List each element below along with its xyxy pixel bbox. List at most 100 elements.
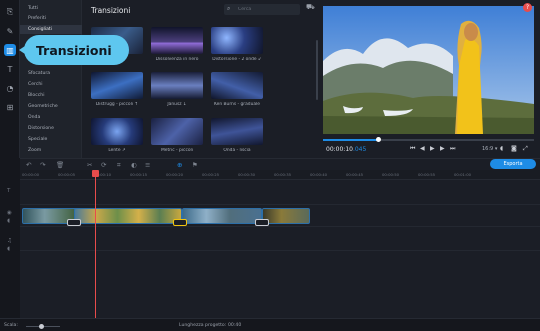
more-tools-icon[interactable]: ⊞	[4, 101, 16, 113]
category-tutti[interactable]: Tutti	[28, 6, 38, 11]
scale-label: Scala:	[4, 323, 18, 328]
transition-thumb-7[interactable]	[91, 118, 143, 145]
export-button[interactable]: Esporta	[490, 159, 536, 169]
ruler-tick: 00:00:25	[202, 172, 220, 177]
volume-icon[interactable]: ◖	[500, 145, 503, 152]
color-adjust-icon[interactable]: ◐	[131, 161, 137, 169]
clip-properties-icon[interactable]: ≡	[145, 161, 150, 169]
transition-marker[interactable]	[67, 219, 81, 226]
transition-thumb-2[interactable]	[151, 27, 203, 54]
transition-thumb-5[interactable]	[151, 72, 203, 99]
transition-thumb-9[interactable]	[211, 118, 263, 145]
category-blocchi[interactable]: Blocchi	[28, 93, 44, 98]
track-headers: T ◉ ◖ ♫ ◖	[0, 158, 20, 318]
magnet-icon[interactable]: ⊕	[177, 161, 182, 169]
transition-marker[interactable]	[173, 219, 187, 226]
snapshot-icon[interactable]: ◙	[511, 145, 517, 152]
category-consigliati[interactable]: Consigliati	[20, 25, 82, 34]
playhead[interactable]	[95, 170, 96, 318]
category-onda[interactable]: Onda	[28, 115, 40, 120]
crop-icon[interactable]: ⌗	[117, 161, 121, 170]
close-preview-icon[interactable]: ?	[523, 3, 532, 12]
filters-icon[interactable]: ◔	[4, 82, 16, 94]
undo-icon[interactable]: ↶	[26, 161, 31, 169]
audio-track-mute-icon[interactable]: ◖	[7, 246, 10, 252]
category-speciale[interactable]: Speciale	[28, 137, 47, 142]
playback-progress-knob[interactable]	[375, 137, 381, 142]
tooltip-pointer	[19, 46, 25, 54]
cut-icon[interactable]: ✂	[87, 161, 92, 169]
video-track-visibility-icon[interactable]: ◉	[7, 210, 12, 216]
timecode: 00:00:10.045	[326, 146, 366, 153]
transition-label: Onda - liscia	[223, 148, 251, 153]
playback-progress-fill	[323, 139, 378, 141]
category-geometriche[interactable]: Geometriche	[28, 104, 58, 109]
transition-label: Metric - piccoli	[161, 148, 193, 153]
category-sfocatura[interactable]: Sfocatura	[28, 71, 50, 76]
preview-panel: ? 00:00:10.045 ⏮ ◀ ▶ ▶ ⏭ 16:9 ▾ ◖ ◙ ⤢	[318, 0, 540, 158]
playhead-handle[interactable]	[92, 170, 99, 177]
category-distorsione[interactable]: Distorsione	[28, 126, 54, 131]
aspect-ratio-select[interactable]: 16:9 ▾	[482, 146, 497, 152]
video-preview[interactable]	[323, 6, 534, 134]
search-input[interactable]	[238, 5, 296, 14]
redo-icon[interactable]: ↷	[40, 161, 45, 169]
transition-thumb-6[interactable]	[211, 72, 263, 99]
store-cart-icon[interactable]: ⛟	[306, 3, 315, 12]
search-icon: ⌕	[227, 5, 231, 12]
titles-icon[interactable]: T	[4, 63, 16, 75]
transition-thumb-3[interactable]	[211, 27, 263, 54]
timeline-toolbar: ↶ ↷ 🗑 ✂ ⟳ ⌗ ◐ ≡ ⊕ ⚑	[20, 158, 540, 170]
timeline-tracks	[20, 180, 540, 318]
video-track-mute-icon[interactable]: ◖	[7, 218, 10, 224]
transition-label: Distorsione - 2 onde ↙	[212, 57, 262, 62]
video-clip-3[interactable]	[182, 208, 262, 224]
ruler-tick: 00:00:00	[22, 172, 40, 177]
transition-category-list: Tutti Preferiti Consigliati Sfocatura Ce…	[20, 0, 82, 158]
fullscreen-icon[interactable]: ⤢	[523, 145, 528, 153]
panel-title: Transizioni	[91, 6, 131, 15]
transitions-tooltip: Transizioni	[19, 35, 129, 65]
category-preferiti[interactable]: Preferiti	[28, 16, 46, 21]
search-box[interactable]: ⌕	[224, 4, 300, 15]
ruler-tick: 00:00:35	[274, 172, 292, 177]
project-duration-label: Lunghezza progetto:	[179, 323, 227, 328]
transition-label: Distrugg - piccoli ↑	[95, 102, 139, 107]
tooltip-label: Transizioni	[36, 42, 112, 58]
video-clip-4[interactable]	[262, 208, 310, 224]
audio-track-icon[interactable]: ♫	[7, 238, 12, 244]
delete-icon[interactable]: 🗑	[56, 161, 64, 169]
step-forward-icon[interactable]: ▶	[440, 145, 445, 152]
timecode-main: 00:00:10	[326, 146, 353, 153]
transition-label: Janusz ↓	[167, 102, 187, 107]
transitions-icon[interactable]: ▥	[4, 44, 16, 56]
skip-back-icon[interactable]: ⏮	[410, 145, 415, 153]
text-track-icon[interactable]: T	[7, 188, 10, 194]
ruler-tick: 00:00:40	[310, 172, 328, 177]
import-icon[interactable]: ⎘	[4, 6, 16, 18]
step-back-icon[interactable]: ◀	[420, 145, 425, 152]
transition-thumb-8[interactable]	[151, 118, 203, 145]
project-duration-value: 00:40	[228, 323, 242, 328]
category-zoom[interactable]: Zoom	[28, 148, 41, 153]
ruler-tick: 00:00:50	[382, 172, 400, 177]
transition-marker[interactable]	[255, 219, 269, 226]
ruler-tick: 00:00:20	[166, 172, 184, 177]
status-bar: Scala: Lunghezza progetto: 00:40	[0, 318, 540, 331]
skip-forward-icon[interactable]: ⏭	[450, 145, 455, 153]
zoom-slider-knob[interactable]	[39, 324, 45, 329]
playback-progress[interactable]	[323, 137, 534, 142]
category-cerchi[interactable]: Cerchi	[28, 82, 43, 87]
marker-icon[interactable]: ⚑	[192, 161, 198, 169]
magic-wand-icon[interactable]: ✎	[4, 25, 16, 37]
ruler-tick: 00:00:15	[130, 172, 148, 177]
rotate-icon[interactable]: ⟳	[101, 161, 106, 169]
tool-rail: ⎘ ✎ ▥ T ◔ ⊞	[0, 0, 20, 158]
transition-label: Dissolvenza in nero	[155, 57, 199, 62]
video-clip-2[interactable]	[74, 208, 182, 224]
play-icon[interactable]: ▶	[430, 145, 435, 152]
transition-thumb-4[interactable]	[91, 72, 143, 99]
track-divider	[20, 226, 540, 227]
timecode-ms: .045	[352, 146, 367, 153]
preview-frame-image	[323, 6, 534, 134]
